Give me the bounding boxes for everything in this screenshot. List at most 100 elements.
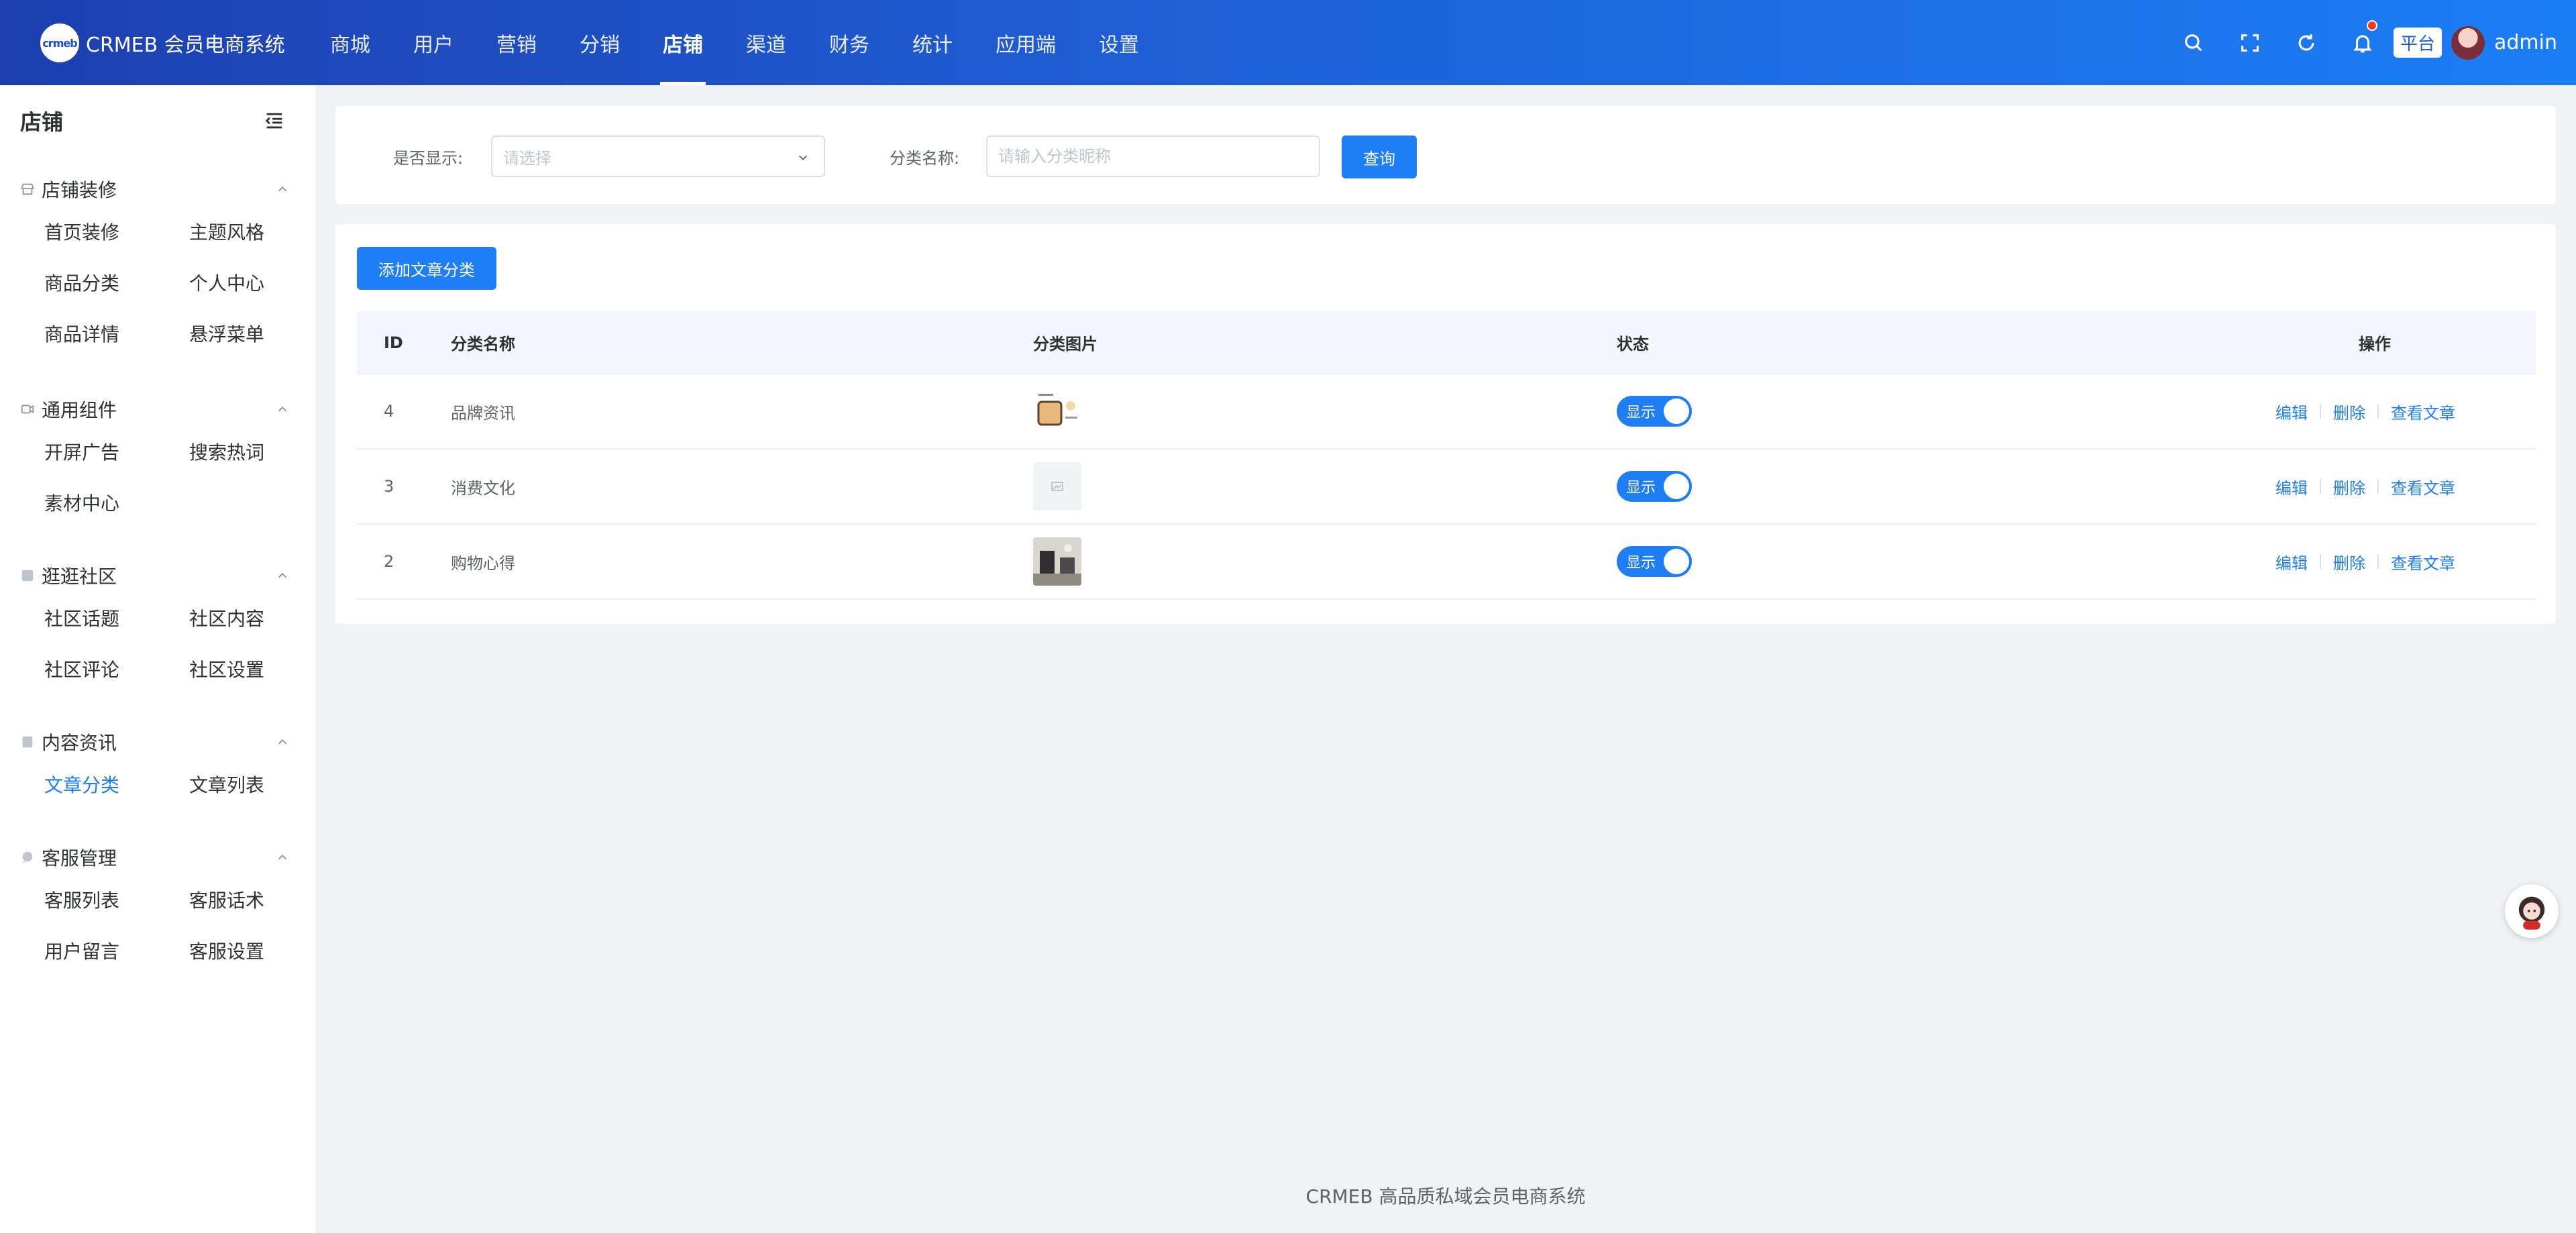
sidebar-item-hot-search[interactable]: 搜索热词 [189,426,334,477]
view-articles-link[interactable]: 查看文章 [2391,550,2455,574]
sidebar-item-article-list[interactable]: 文章列表 [189,759,334,810]
nav-distribution[interactable]: 分销 [558,0,641,85]
delete-link[interactable]: 删除 [2333,550,2365,574]
platform-tag[interactable]: 平台 [2393,28,2442,58]
sidebar-title: 店铺 [20,109,64,135]
chevron-up-icon [278,854,287,860]
nav-statistics[interactable]: 统计 [891,0,974,85]
view-articles-link[interactable]: 查看文章 [2391,475,2455,498]
sidebar: 店铺 店铺装修 首页装修 主题风格 商品分类 个人中心 商品详情 悬浮菜单 通用… [0,85,315,1233]
category-name-input[interactable] [986,136,1320,177]
status-label: 显示 [1626,405,1656,421]
user-name[interactable]: admin [2494,31,2557,54]
sidebar-group-community: 逛逛社区 社区话题 社区内容 社区评论 社区设置 [0,559,315,694]
divider [2377,404,2379,419]
group-title: 通用组件 [42,399,117,421]
sidebar-item-theme-style[interactable]: 主题风格 [189,206,334,257]
col-status: 状态 [1617,335,1649,354]
sidebar-group-decoration: 店铺装修 首页装修 主题风格 商品分类 个人中心 商品详情 悬浮菜单 [0,172,315,359]
sidebar-item-community-content[interactable]: 社区内容 [189,592,334,643]
col-actions: 操作 [2359,335,2391,354]
chevron-up-icon [278,186,287,192]
divider [2377,554,2379,569]
nav-user[interactable]: 用户 [392,0,475,85]
status-switch[interactable]: 显示 [1617,546,1692,577]
brand-logo[interactable]: crmeb CRMEB 会员电商系统 [40,23,285,62]
nav-channel[interactable]: 渠道 [724,0,808,85]
fullscreen-icon[interactable] [2222,0,2278,85]
group-head-decoration[interactable]: 店铺装修 [0,172,315,206]
group-head-service[interactable]: 客服管理 [0,841,315,874]
switch-knob [1664,549,1689,574]
nav-apps[interactable]: 应用端 [974,0,1077,85]
group-head-content[interactable]: 内容资讯 [0,725,315,759]
sidebar-item-splash-ad[interactable]: 开屏广告 [44,426,189,477]
search-icon[interactable] [2165,0,2222,85]
row-name: 购物心得 [451,553,515,573]
view-articles-link[interactable]: 查看文章 [2391,400,2455,423]
category-thumbnail[interactable] [1033,387,1081,435]
sidebar-item-material-center[interactable]: 素材中心 [44,477,189,528]
show-filter-label: 是否显示: [393,149,464,168]
group-title: 逛逛社区 [42,566,117,588]
chevron-up-icon [278,739,287,745]
nav-settings[interactable]: 设置 [1077,0,1161,85]
sidebar-item-community-topic[interactable]: 社区话题 [44,592,189,643]
table-header: ID 分类名称 分类图片 状态 操作 [357,311,2536,374]
menu-fold-icon[interactable] [263,109,286,132]
category-thumbnail[interactable] [1033,537,1081,586]
add-article-category-button[interactable]: 添加文章分类 [357,247,496,290]
user-avatar[interactable] [2451,25,2485,60]
category-thumbnail[interactable] [1033,462,1081,511]
edit-link[interactable]: 编辑 [2275,550,2308,574]
table-row: 2 购物心得 显示 编辑 删除 查看文章 [357,525,2536,600]
sidebar-item-service-list[interactable]: 客服列表 [44,874,189,925]
delete-link[interactable]: 删除 [2333,475,2365,498]
chevron-down-icon [798,155,808,161]
sidebar-item-service-settings[interactable]: 客服设置 [189,925,334,976]
sidebar-item-community-settings[interactable]: 社区设置 [189,643,334,694]
status-label: 显示 [1626,555,1656,572]
sidebar-item-community-comment[interactable]: 社区评论 [44,643,189,694]
edit-link[interactable]: 编辑 [2275,400,2308,423]
delete-link[interactable]: 删除 [2333,400,2365,423]
sidebar-item-float-menu[interactable]: 悬浮菜单 [189,308,334,359]
query-button[interactable]: 查询 [1342,136,1417,178]
status-switch[interactable]: 显示 [1617,396,1692,427]
col-name: 分类名称 [451,335,515,354]
customer-service-float-icon[interactable] [2505,884,2559,938]
sidebar-group-components: 通用组件 开屏广告 搜索热词 素材中心 [0,392,315,528]
sidebar-item-personal-center[interactable]: 个人中心 [189,257,334,308]
sidebar-item-product-detail[interactable]: 商品详情 [44,308,189,359]
header-tools: 平台 admin [2165,0,2557,85]
nav-mall[interactable]: 商城 [309,0,392,85]
switch-knob [1664,474,1689,499]
list-panel: 添加文章分类 ID 分类名称 分类图片 状态 操作 4 品牌资讯 显示 编辑 删… [335,224,2556,624]
sidebar-item-service-phrases[interactable]: 客服话术 [189,874,334,925]
row-id: 4 [384,402,394,421]
switch-knob [1664,398,1689,424]
group-head-community[interactable]: 逛逛社区 [0,559,315,592]
group-head-components[interactable]: 通用组件 [0,392,315,426]
refresh-icon[interactable] [2278,0,2334,85]
community-icon [20,568,35,583]
group-title: 店铺装修 [42,179,117,201]
edit-link[interactable]: 编辑 [2275,475,2308,498]
bell-icon[interactable] [2334,0,2391,85]
status-switch[interactable]: 显示 [1617,471,1692,502]
divider [2320,404,2321,419]
name-filter-label: 分类名称: [890,149,960,168]
sidebar-item-article-category[interactable]: 文章分类 [44,759,189,810]
notification-dot [2366,20,2377,31]
nav-marketing[interactable]: 营销 [475,0,558,85]
nav-finance[interactable]: 财务 [808,0,891,85]
show-select[interactable]: 请选择 [491,136,825,177]
sidebar-item-home-decoration[interactable]: 首页装修 [44,206,189,257]
group-title: 客服管理 [42,847,117,869]
col-id: ID [384,333,403,352]
col-image: 分类图片 [1033,335,1097,354]
nav-store[interactable]: 店铺 [641,0,724,85]
sidebar-item-user-message[interactable]: 用户留言 [44,925,189,976]
sidebar-item-product-category[interactable]: 商品分类 [44,257,189,308]
top-header: crmeb CRMEB 会员电商系统 商城 用户 营销 分销 店铺 渠道 财务 … [0,0,2576,85]
